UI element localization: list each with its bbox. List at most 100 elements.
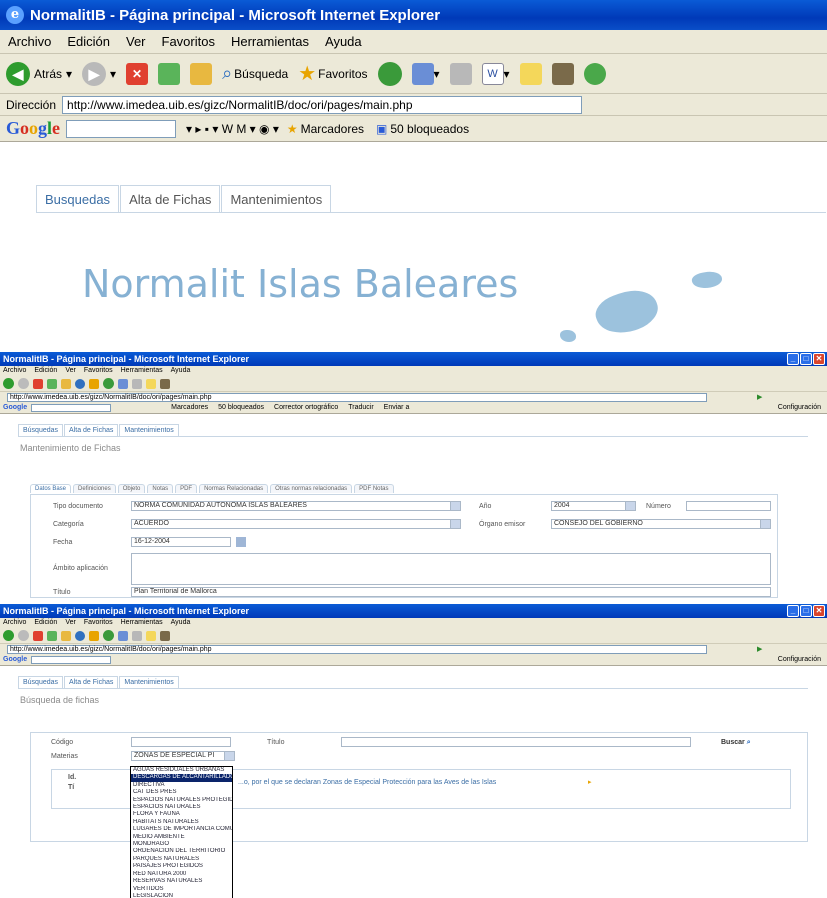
home-button[interactable]	[190, 62, 213, 85]
favorites-button[interactable]: ★ Favoritos	[298, 61, 367, 86]
star-icon[interactable]	[89, 630, 99, 641]
subtab-notas[interactable]: Notas	[147, 484, 174, 493]
messenger-button[interactable]	[583, 62, 606, 85]
tab-busquedas[interactable]: Búsquedas	[18, 424, 64, 436]
titulo-input[interactable]: Plan Territorial de Mallorca	[131, 587, 771, 597]
google-search-input[interactable]	[66, 119, 177, 138]
close-button[interactable]: ✕	[813, 605, 825, 617]
dropdown-option[interactable]: HABITATS NATURALES	[131, 819, 232, 826]
menu-ayuda[interactable]: Ayuda	[171, 619, 191, 626]
menu-edicion[interactable]: Edición	[67, 34, 110, 49]
print-icon[interactable]	[132, 378, 142, 389]
menu-herramientas[interactable]: Herramientas	[231, 34, 309, 49]
address-input[interactable]: http://www.imedea.uib.es/gizc/NormalitIB…	[7, 644, 707, 654]
tab-alta-de-fichas[interactable]: Alta de Fichas	[120, 185, 221, 212]
menu-edicion[interactable]: Edición	[34, 619, 57, 626]
subtab-datos-base[interactable]: Datos Base	[30, 484, 72, 493]
mail-icon[interactable]	[118, 630, 128, 641]
stop-button[interactable]: ✕	[126, 62, 149, 85]
dropdown-option[interactable]: DESCARGAS DE ALCANTARILLADO	[131, 774, 232, 782]
config-button[interactable]: Configuración	[778, 656, 821, 663]
mail-icon[interactable]	[118, 378, 128, 389]
minimize-button[interactable]: _	[787, 353, 799, 365]
subtab-pdf-notas[interactable]: PDF Notas	[354, 484, 394, 493]
config-button[interactable]: Configuración	[778, 404, 821, 411]
menu-favoritos[interactable]: Favoritos	[162, 34, 215, 49]
subtab-definiciones[interactable]: Definiciones	[73, 484, 116, 493]
dropdown-option[interactable]: LEGISLACIÓN	[131, 893, 232, 898]
address-input[interactable]: http://www.imedea.uib.es/gizc/NormalitIB…	[7, 392, 707, 402]
menu-ayuda[interactable]: Ayuda	[171, 367, 191, 374]
tab-mantenimientos[interactable]: Mantenimientos	[119, 424, 179, 436]
google-search-input[interactable]	[31, 403, 112, 412]
maximize-button[interactable]: □	[800, 353, 812, 365]
google-tools-icons[interactable]: ▾ ▸ ▪ ▾ W M ▾ ◉ ▾	[186, 122, 279, 136]
dropdown-option[interactable]: ESPACIOS NATURALES PROTEGIDOS	[131, 797, 232, 804]
tab-alta-de-fichas[interactable]: Alta de Fichas	[64, 424, 119, 436]
dropdown-option[interactable]: RED NATURA 2000	[131, 871, 232, 878]
go-button[interactable]: ▶	[757, 645, 762, 653]
tipo-select[interactable]: NORMA COMUNIDAD AUTONOMA ISLAS BALEARES	[131, 501, 461, 511]
translate-button[interactable]: Traducir	[348, 404, 373, 411]
menu-favoritos[interactable]: Favoritos	[84, 619, 113, 626]
tab-alta-de-fichas[interactable]: Alta de Fichas	[64, 676, 119, 688]
ano-select[interactable]: 2004	[551, 501, 636, 511]
maximize-button[interactable]: □	[800, 605, 812, 617]
stop-icon[interactable]	[33, 378, 43, 389]
dropdown-option[interactable]: MONDRAGO	[131, 841, 232, 848]
dropdown-option[interactable]: RESERVAS NATURALES	[131, 878, 232, 885]
marcadores-button[interactable]: Marcadores	[301, 122, 364, 136]
tab-busquedas[interactable]: Busquedas	[36, 185, 120, 212]
subtab-pdf[interactable]: PDF	[175, 484, 198, 493]
categoria-select[interactable]: ACUERDO	[131, 519, 461, 529]
organo-select[interactable]: CONSEJO DEL GOBIERNO	[551, 519, 771, 529]
forward-button[interactable]: ▶ ▾	[82, 61, 116, 86]
google-search-input[interactable]	[31, 655, 112, 664]
dropdown-option[interactable]: VERTIDOS	[131, 886, 232, 893]
titulo-input[interactable]	[341, 737, 691, 747]
ambito-textarea[interactable]	[131, 553, 771, 585]
dropdown-option[interactable]: PAISAJES PROTEGIDOS	[131, 863, 232, 870]
menu-edicion[interactable]: Edición	[34, 367, 57, 374]
dropdown-option[interactable]: PARQUES NATURALES	[131, 856, 232, 863]
dropdown-option[interactable]: DIRECTIVA	[131, 782, 232, 789]
dropdown-option[interactable]: MEDIO AMBIENTE	[131, 834, 232, 841]
go-button[interactable]: ▶	[757, 393, 762, 401]
refresh-icon[interactable]	[47, 378, 57, 389]
refresh-icon[interactable]	[47, 630, 57, 641]
tab-busquedas[interactable]: Búsquedas	[18, 676, 64, 688]
dropdown-option[interactable]: LUGARES DE IMPORTANCIA COMUNITARIA	[131, 826, 232, 833]
calendar-icon[interactable]	[236, 537, 246, 547]
menu-archivo[interactable]: Archivo	[3, 619, 26, 626]
codigo-input[interactable]	[131, 737, 231, 747]
close-button[interactable]: ✕	[813, 353, 825, 365]
bloqueados-button[interactable]: 50 bloqueados	[390, 122, 469, 136]
fecha-input[interactable]: 16-12-2004	[131, 537, 231, 547]
word-button[interactable]: W ▾	[481, 62, 510, 85]
search-button[interactable]: ⌕ Búsqueda	[222, 63, 288, 84]
research-button[interactable]	[551, 62, 574, 85]
tab-mantenimientos[interactable]: Mantenimientos	[119, 676, 179, 688]
materias-select[interactable]: ZONAS DE ESPECIAL PI	[131, 751, 235, 761]
spellcheck-button[interactable]: Corrector ortográfico	[274, 404, 338, 411]
dropdown-option[interactable]: ESPACIOS NATURALES	[131, 804, 232, 811]
subtab-otras-normas[interactable]: Otras normas relacionadas	[270, 484, 353, 493]
menu-herramientas[interactable]: Herramientas	[121, 367, 163, 374]
print-icon[interactable]	[132, 630, 142, 641]
subtab-normas-relacionadas[interactable]: Normas Relacionadas	[199, 484, 269, 493]
note-button[interactable]	[519, 62, 542, 85]
minimize-button[interactable]: _	[787, 605, 799, 617]
book-icon[interactable]	[160, 378, 170, 389]
home-icon[interactable]	[61, 378, 71, 389]
note-icon[interactable]	[146, 630, 156, 641]
home-icon[interactable]	[61, 630, 71, 641]
marcadores-button[interactable]: Marcadores	[171, 404, 208, 411]
mail-button[interactable]: ▾	[411, 62, 440, 85]
stop-icon[interactable]	[33, 630, 43, 641]
numero-input[interactable]	[686, 501, 771, 511]
pdf-icon[interactable]: ▸	[588, 778, 592, 786]
bloqueados-button[interactable]: 50 bloqueados	[218, 404, 264, 411]
subtab-objeto[interactable]: Objeto	[117, 484, 146, 493]
forward-arrow-icon[interactable]	[18, 378, 29, 389]
back-arrow-icon[interactable]	[3, 630, 14, 641]
